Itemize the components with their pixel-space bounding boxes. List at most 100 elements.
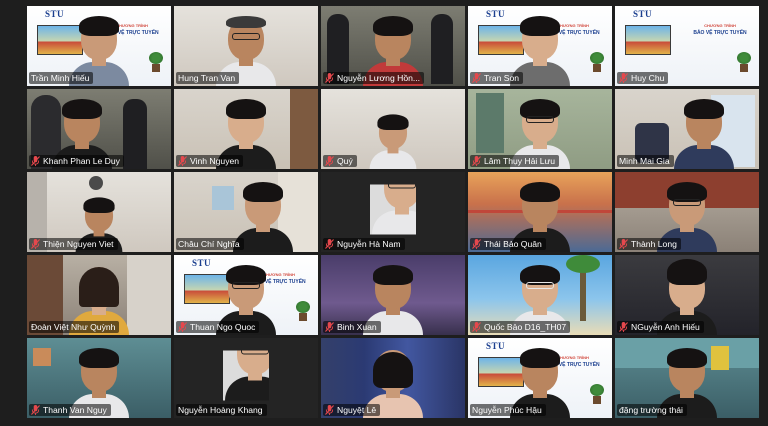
participant-name: Châu Chí Nghĩa bbox=[178, 239, 240, 249]
muted-mic-icon bbox=[472, 239, 481, 249]
participant-name-label: Lâm Thụy Hải Lưu bbox=[470, 155, 560, 167]
participant-name-label: Thuan Ngo Quoc bbox=[176, 321, 260, 333]
participant-name: Tran Son bbox=[484, 73, 520, 83]
muted-mic-icon bbox=[325, 322, 334, 332]
participant-name: Nguyễn Lương Hồn... bbox=[337, 73, 421, 83]
participant-name: Khanh Phan Le Duy bbox=[43, 156, 120, 166]
video-tile[interactable]: Hung Tran Van bbox=[174, 6, 318, 86]
campus-photo bbox=[625, 25, 671, 55]
video-tile[interactable]: STU CHƯƠNG TRÌNH BẢO VỆ TRỰC TUYẾN Huy C… bbox=[615, 6, 759, 86]
participant-name-label: Nguyệt Lê bbox=[323, 404, 381, 416]
participant-video bbox=[368, 114, 418, 169]
muted-mic-icon bbox=[31, 239, 40, 249]
muted-mic-icon bbox=[619, 239, 628, 249]
participant-name: Trần Minh Hiếu bbox=[31, 73, 90, 83]
participant-name-label: đặng trường thái bbox=[617, 404, 687, 416]
participant-name-label: Thái Bảo Quân bbox=[470, 238, 546, 250]
plant-icon bbox=[296, 301, 310, 321]
participant-name-label: Trần Minh Hiếu bbox=[29, 72, 94, 84]
participant-name: Vinh Nguyen bbox=[190, 156, 240, 166]
muted-mic-icon bbox=[325, 239, 334, 249]
participant-name-label: Quốc Bảo D16_TH07 bbox=[470, 321, 571, 333]
muted-mic-icon bbox=[325, 73, 334, 83]
video-tile[interactable]: Lâm Thụy Hải Lưu bbox=[468, 89, 612, 169]
participant-name: Thuan Ngo Quoc bbox=[190, 322, 256, 332]
muted-mic-icon bbox=[325, 156, 334, 166]
participant-name-label: Huy Chu bbox=[617, 72, 669, 84]
video-tile[interactable]: STU CHƯƠNG TRÌNH BẢO VỆ TRỰC TUYẾN Trần … bbox=[27, 6, 171, 86]
muted-mic-icon bbox=[619, 322, 628, 332]
participant-name-label: Châu Chí Nghĩa bbox=[176, 238, 244, 250]
video-tile[interactable]: Thiện Nguyen Viet bbox=[27, 172, 171, 252]
participant-name: Nguyễn Phúc Hậu bbox=[472, 405, 542, 415]
video-tile[interactable]: Khanh Phan Le Duy bbox=[27, 89, 171, 169]
participant-name: đặng trường thái bbox=[619, 405, 683, 415]
muted-mic-icon bbox=[325, 405, 334, 415]
video-tile[interactable]: Thái Bảo Quân bbox=[468, 172, 612, 252]
participant-video bbox=[672, 99, 736, 169]
participant-name: Thanh Van Nguy bbox=[43, 405, 107, 415]
participant-name: Hung Tran Van bbox=[178, 73, 236, 83]
profile-picture bbox=[370, 184, 416, 235]
participant-name-label: Thành Long bbox=[617, 238, 681, 250]
plant-icon bbox=[590, 384, 604, 404]
participant-name-label: Minh Mai Gia bbox=[617, 155, 674, 167]
participant-name-label: Binh Xuan bbox=[323, 321, 381, 333]
video-tile[interactable]: Nguyệt Lê bbox=[321, 338, 465, 418]
participant-name: Binh Xuan bbox=[337, 322, 377, 332]
video-tile[interactable]: Đoàn Việt Như Quỳnh bbox=[27, 255, 171, 335]
video-tile[interactable]: STU CHƯƠNG TRÌNH BẢO VỆ TRỰC TUYẾN Tran … bbox=[468, 6, 612, 86]
participant-name: Nguyệt Lê bbox=[337, 405, 377, 415]
video-tile[interactable]: Quý bbox=[321, 89, 465, 169]
program-title: CHƯƠNG TRÌNH bbox=[704, 23, 736, 28]
video-tile[interactable]: Nguyễn Lương Hồn... bbox=[321, 6, 465, 86]
participant-name: Nguyễn Hoàng Khang bbox=[178, 405, 263, 415]
school-logo: STU bbox=[192, 258, 212, 268]
participant-name: Thái Bảo Quân bbox=[484, 239, 542, 249]
participant-name-label: Vinh Nguyen bbox=[176, 155, 244, 167]
video-tile[interactable]: Minh Mai Gia bbox=[615, 89, 759, 169]
muted-mic-icon bbox=[31, 405, 40, 415]
video-tile[interactable]: NGuyễn Anh Hiếu bbox=[615, 255, 759, 335]
video-tile[interactable]: Quốc Bảo D16_TH07 bbox=[468, 255, 612, 335]
participant-name-label: Hung Tran Van bbox=[176, 72, 240, 84]
participant-name: Quốc Bảo D16_TH07 bbox=[484, 322, 567, 332]
plant-icon bbox=[590, 52, 604, 72]
participant-name-label: Thanh Van Nguy bbox=[29, 404, 111, 416]
participant-name-label: Thiện Nguyen Viet bbox=[29, 238, 118, 250]
video-meeting-window: STU CHƯƠNG TRÌNH BẢO VỆ TRỰC TUYẾN Trần … bbox=[0, 0, 768, 426]
video-tile[interactable]: Thanh Van Nguy bbox=[27, 338, 171, 418]
video-tile[interactable]: STU CHƯƠNG TRÌNH BẢO VỆ TRỰC TUYẾN Thuan… bbox=[174, 255, 318, 335]
muted-mic-icon bbox=[472, 156, 481, 166]
muted-mic-icon bbox=[178, 156, 187, 166]
muted-mic-icon bbox=[472, 322, 481, 332]
participant-name: Thành Long bbox=[631, 239, 677, 249]
video-tile[interactable]: Thành Long bbox=[615, 172, 759, 252]
video-tile[interactable]: Binh Xuan bbox=[321, 255, 465, 335]
program-subtitle: BẢO VỆ TRỰC TUYẾN bbox=[693, 30, 747, 36]
muted-mic-icon bbox=[31, 156, 40, 166]
muted-mic-icon bbox=[472, 73, 481, 83]
participant-name: Lâm Thụy Hải Lưu bbox=[484, 156, 556, 166]
school-logo: STU bbox=[633, 9, 653, 19]
video-tile[interactable]: đặng trường thái bbox=[615, 338, 759, 418]
participant-name: Đoàn Việt Như Quỳnh bbox=[31, 322, 116, 332]
video-tile[interactable]: Nguyễn Hoàng Khang bbox=[174, 338, 318, 418]
plant-icon bbox=[737, 52, 751, 72]
participant-name: Minh Mai Gia bbox=[619, 156, 670, 166]
participant-name: Quý bbox=[337, 156, 353, 166]
participant-name-label: Nguyễn Lương Hồn... bbox=[323, 72, 425, 84]
video-tile[interactable]: Châu Chí Nghĩa bbox=[174, 172, 318, 252]
participant-name-label: Khanh Phan Le Duy bbox=[29, 155, 124, 167]
profile-picture bbox=[223, 350, 269, 401]
video-tile[interactable]: Nguyễn Hà Nam bbox=[321, 172, 465, 252]
video-tile[interactable]: STU CHƯƠNG TRÌNH BẢO VỆ TRỰC TUYẾN Nguyễ… bbox=[468, 338, 612, 418]
participant-name: Nguyễn Hà Nam bbox=[337, 239, 401, 249]
muted-mic-icon bbox=[619, 73, 628, 83]
video-tile[interactable]: Vinh Nguyen bbox=[174, 89, 318, 169]
participant-name-label: Quý bbox=[323, 155, 357, 167]
participant-name-label: Nguyễn Hà Nam bbox=[323, 238, 405, 250]
school-logo: STU bbox=[45, 9, 65, 19]
participant-name-label: Nguyễn Phúc Hậu bbox=[470, 404, 546, 416]
gallery-grid: STU CHƯƠNG TRÌNH BẢO VỆ TRỰC TUYẾN Trần … bbox=[27, 6, 761, 418]
